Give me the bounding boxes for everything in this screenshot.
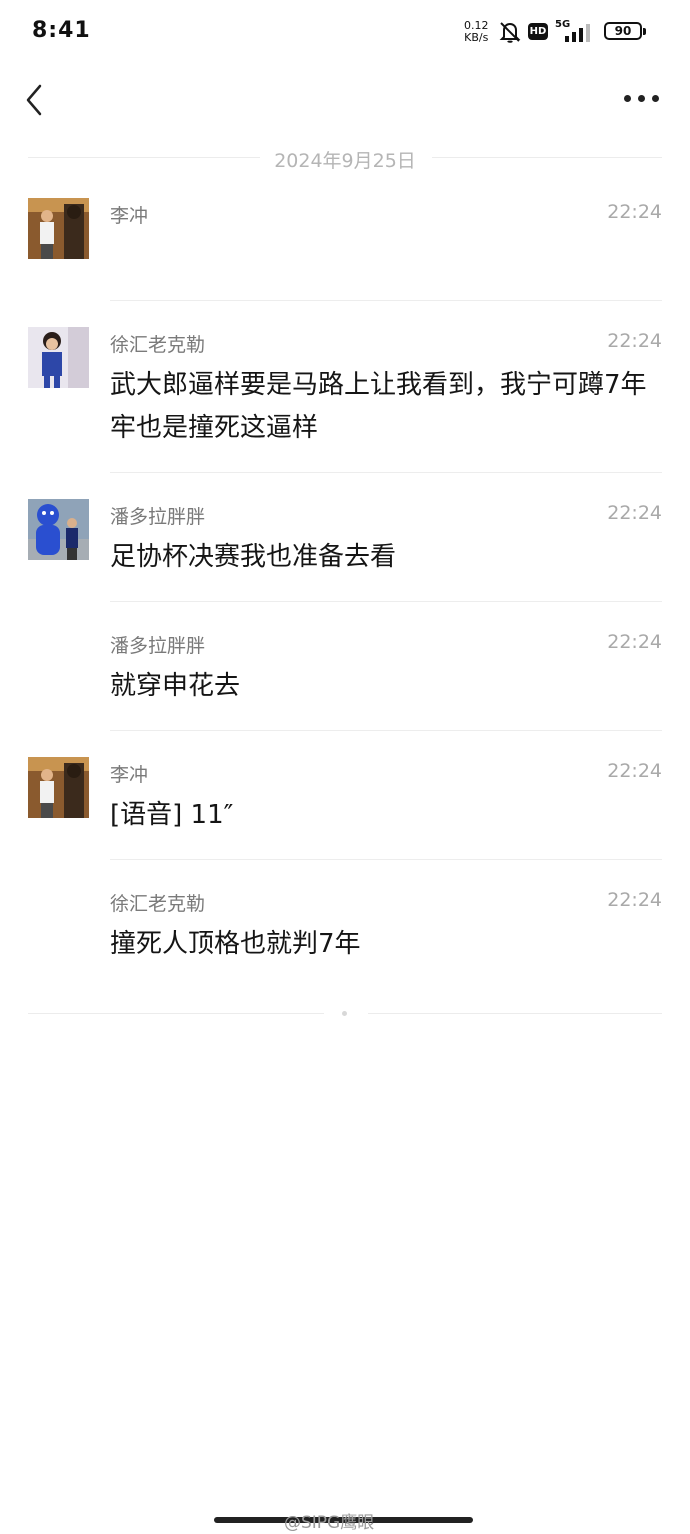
message-item[interactable]: 李冲 22:24 xyxy=(0,198,690,302)
message-text: 就穿申花去 xyxy=(110,671,241,701)
signal-label: 5G xyxy=(555,19,571,30)
sender-name: 李冲 xyxy=(110,205,149,227)
voice-message[interactable]: [语音] 11″ xyxy=(110,794,670,837)
sender-name: 潘多拉胖胖 xyxy=(110,506,206,528)
sender-name: 徐汇老克勒 xyxy=(110,893,206,915)
message-item[interactable]: 徐汇老克勒 22:24 武大郎逼样要是马路上让我看到，我宁可蹲7年牢也是撞死这逼… xyxy=(0,327,690,471)
message-item[interactable]: 潘多拉胖胖 22:24 就穿申花去 xyxy=(0,628,690,728)
net-speed: 0.12 KB/s xyxy=(464,20,489,44)
message-text: 足协杯决赛我也准备去看 xyxy=(110,542,397,572)
divider xyxy=(110,472,662,473)
date-label: 2024年9月25日 xyxy=(262,150,428,172)
sender-name: 潘多拉胖胖 xyxy=(110,635,206,657)
date-divider: 2024年9月25日 xyxy=(28,146,662,172)
divider xyxy=(110,601,662,602)
message-text: 武大郎逼样要是马路上让我看到，我宁可蹲7年牢也是撞死这逼样 xyxy=(110,370,647,443)
message-item[interactable]: 李冲 22:24 [语音] 11″ xyxy=(0,757,690,857)
sender-name: 徐汇老克勒 xyxy=(110,334,206,356)
message-text: 撞死人顶格也就判7年 xyxy=(110,929,361,959)
message-time: 22:24 xyxy=(607,330,662,352)
signal-icon: 5G xyxy=(555,19,597,45)
sender-name: 李冲 xyxy=(110,764,149,786)
chevron-left-icon[interactable] xyxy=(22,82,50,118)
battery-tip xyxy=(643,28,646,35)
bell-off-icon xyxy=(499,22,521,43)
watermark: @SIPG鹰眼 xyxy=(284,1513,375,1533)
status-time: 8:41 xyxy=(32,18,91,43)
net-speed-unit: KB/s xyxy=(464,31,489,44)
divider xyxy=(110,859,662,860)
avatar[interactable] xyxy=(28,198,89,259)
avatar[interactable] xyxy=(28,499,89,560)
message-time: 22:24 xyxy=(607,889,662,911)
status-bar: 8:41 0.12 KB/s HD 5G 90 xyxy=(0,0,690,66)
message-item[interactable]: 徐汇老克勒 22:24 撞死人顶格也就判7年 xyxy=(0,886,690,986)
message-time: 22:24 xyxy=(607,201,662,223)
divider xyxy=(110,730,662,731)
message-time: 22:24 xyxy=(607,631,662,653)
divider xyxy=(110,300,662,301)
message-time: 22:24 xyxy=(607,502,662,524)
message-time: 22:24 xyxy=(607,760,662,782)
avatar[interactable] xyxy=(28,327,89,388)
avatar[interactable] xyxy=(28,757,89,818)
battery-indicator: 90 xyxy=(604,22,642,40)
hd-badge: HD xyxy=(528,23,548,40)
end-divider xyxy=(28,1011,662,1017)
message-item[interactable]: 潘多拉胖胖 22:24 足协杯决赛我也准备去看 xyxy=(0,499,690,599)
more-horizontal-icon[interactable] xyxy=(622,92,662,106)
